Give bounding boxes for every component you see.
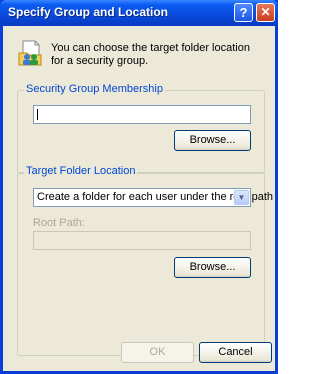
membership-browse-button[interactable]: Browse...	[174, 130, 251, 151]
location-type-select[interactable]: Create a folder for each user under the …	[33, 188, 273, 207]
info-text: You can choose the target folder locatio…	[51, 42, 250, 67]
text-caret	[37, 109, 38, 120]
dialog-window: Specify Group and Location ? ✕ You can c…	[0, 0, 278, 374]
folder-users-icon	[18, 40, 42, 66]
close-button[interactable]: ✕	[256, 3, 275, 22]
membership-group: Security Group Membership Browse...	[17, 83, 265, 174]
membership-legend: Security Group Membership	[24, 83, 165, 95]
root-path-input[interactable]	[33, 231, 251, 250]
chevron-down-icon[interactable]: ▼	[234, 190, 249, 205]
ok-button[interactable]: OK	[121, 342, 194, 363]
dialog-body: You can choose the target folder locatio…	[3, 26, 275, 371]
location-browse-button[interactable]: Browse...	[174, 257, 251, 278]
security-group-input[interactable]	[33, 105, 251, 124]
target-location-legend: Target Folder Location	[24, 165, 138, 177]
dialog-title: Specify Group and Location	[8, 5, 169, 19]
root-path-label: Root Path:	[33, 217, 85, 229]
cancel-button[interactable]: Cancel	[199, 342, 272, 363]
title-bar[interactable]: Specify Group and Location ? ✕	[0, 0, 278, 26]
help-button[interactable]: ?	[234, 3, 253, 22]
target-location-group: Target Folder Location Create a folder f…	[17, 165, 273, 356]
